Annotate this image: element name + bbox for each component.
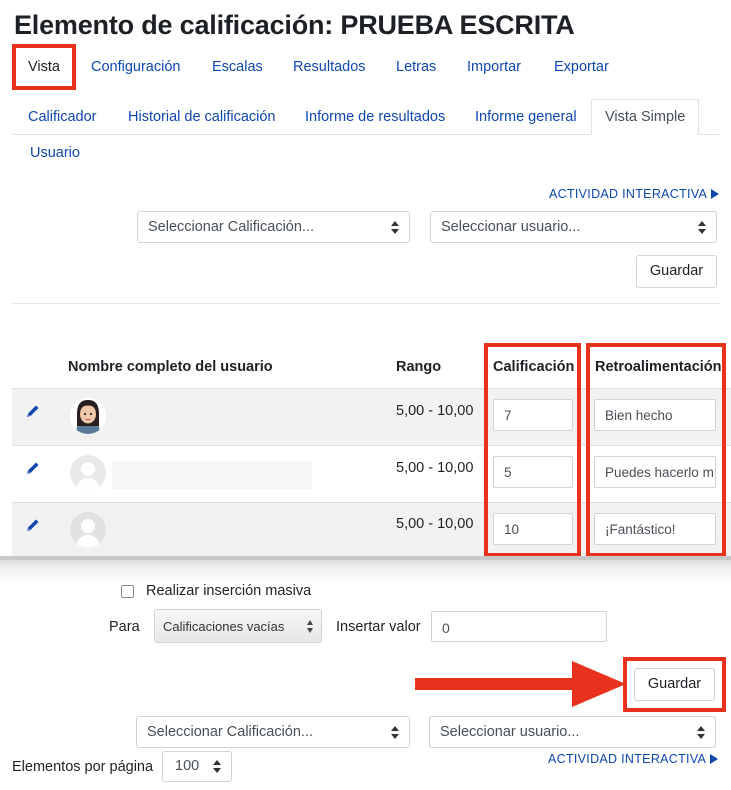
feedback-input[interactable]: Puedes hacerlo m xyxy=(594,456,716,488)
tab-historial[interactable]: Historial de calificación xyxy=(128,109,275,125)
select-grade-label: Seleccionar Calificación... xyxy=(147,724,314,740)
tab-exportar[interactable]: Exportar xyxy=(554,59,609,75)
select-arrows-icon xyxy=(391,221,399,235)
tab-vista-simple[interactable]: Vista Simple xyxy=(591,99,700,135)
tab-divider xyxy=(12,134,592,135)
save-button[interactable]: Guardar xyxy=(636,255,717,288)
page-title: Elemento de calificación: PRUEBA ESCRITA xyxy=(14,10,575,40)
tab-escalas[interactable]: Escalas xyxy=(212,59,263,75)
select-arrows-icon xyxy=(697,726,705,740)
tab-calificador[interactable]: Calificador xyxy=(28,109,97,125)
next-activity-label: ACTIVIDAD INTERACTIVA xyxy=(548,752,707,766)
per-page-label: Elementos por página xyxy=(12,759,154,775)
user-name-redacted[interactable] xyxy=(112,461,312,489)
select-arrows-icon xyxy=(307,620,315,634)
grade-input[interactable]: 5 xyxy=(493,456,573,488)
bulk-insert-checkbox[interactable] xyxy=(121,585,134,598)
per-page-value: 100 xyxy=(175,758,200,774)
per-page-select[interactable]: 100 xyxy=(162,751,232,782)
primary-tabs: Vista Configuración Escalas Resultados L… xyxy=(0,46,731,88)
select-user[interactable]: Seleccionar usuario... xyxy=(430,211,717,243)
for-select[interactable]: Calificaciones vacías xyxy=(154,609,322,643)
select-user-label: Seleccionar usuario... xyxy=(440,724,580,740)
section-divider xyxy=(12,303,719,304)
arrow-pointer-head xyxy=(572,661,626,707)
for-select-value: Calificaciones vacías xyxy=(163,619,285,634)
range-value: 5,00 - 10,00 xyxy=(396,460,474,476)
screenshot-cut-edge xyxy=(0,556,731,560)
tab-informe-general[interactable]: Informe general xyxy=(475,109,577,125)
select-arrows-icon xyxy=(213,760,221,774)
play-arrow-icon xyxy=(711,189,720,199)
select-grade-item-bottom[interactable]: Seleccionar Calificación... xyxy=(136,716,410,748)
next-activity-link[interactable]: ACTIVIDAD INTERACTIVA xyxy=(549,187,720,201)
save-button-bottom[interactable]: Guardar xyxy=(634,668,715,701)
header-grade: Calificación xyxy=(493,359,575,375)
tab-informe-resultados[interactable]: Informe de resultados xyxy=(305,109,445,125)
select-user-bottom[interactable]: Seleccionar usuario... xyxy=(429,716,716,748)
select-grade-item[interactable]: Seleccionar Calificación... xyxy=(137,211,410,243)
feedback-input[interactable]: ¡Fantástico! xyxy=(594,513,716,545)
tab-configuracion[interactable]: Configuración xyxy=(91,59,180,75)
select-user-label: Seleccionar usuario... xyxy=(441,219,581,235)
next-activity-link-bottom[interactable]: ACTIVIDAD INTERACTIVA xyxy=(548,752,719,766)
insert-value-label: Insertar valor xyxy=(336,619,421,635)
insert-value-input[interactable]: 0 xyxy=(431,611,607,642)
avatar-default xyxy=(70,455,106,491)
select-grade-label: Seleccionar Calificación... xyxy=(148,219,315,235)
bulk-insert-label: Realizar inserción masiva xyxy=(146,583,312,599)
pencil-icon[interactable] xyxy=(25,517,41,533)
grade-input[interactable]: 7 xyxy=(493,399,573,431)
select-arrows-icon xyxy=(698,221,706,235)
pencil-icon[interactable] xyxy=(25,403,41,419)
tab-importar[interactable]: Importar xyxy=(467,59,521,75)
pencil-icon[interactable] xyxy=(25,460,41,476)
tab-usuario[interactable]: Usuario xyxy=(30,145,80,161)
tab-vista[interactable]: Vista xyxy=(28,59,60,75)
tab-letras[interactable]: Letras xyxy=(396,59,436,75)
header-feedback: Retroalimentación xyxy=(595,359,722,375)
header-range: Rango xyxy=(396,359,442,375)
avatar-default xyxy=(70,512,106,548)
arrow-pointer-shaft xyxy=(415,678,575,690)
for-label: Para xyxy=(109,619,140,635)
avatar-photo xyxy=(70,398,106,434)
tab-resultados[interactable]: Resultados xyxy=(293,59,366,75)
range-value: 5,00 - 10,00 xyxy=(396,403,474,419)
select-arrows-icon xyxy=(391,726,399,740)
next-activity-label: ACTIVIDAD INTERACTIVA xyxy=(549,187,708,201)
header-name[interactable]: Nombre completo del usuario xyxy=(68,359,273,375)
play-arrow-icon xyxy=(710,754,719,764)
screenshot-cut-shadow xyxy=(0,558,731,584)
grade-input[interactable]: 10 xyxy=(493,513,573,545)
tab-divider xyxy=(697,134,719,135)
range-value: 5,00 - 10,00 xyxy=(396,516,474,532)
feedback-input[interactable]: Bien hecho xyxy=(594,399,716,431)
